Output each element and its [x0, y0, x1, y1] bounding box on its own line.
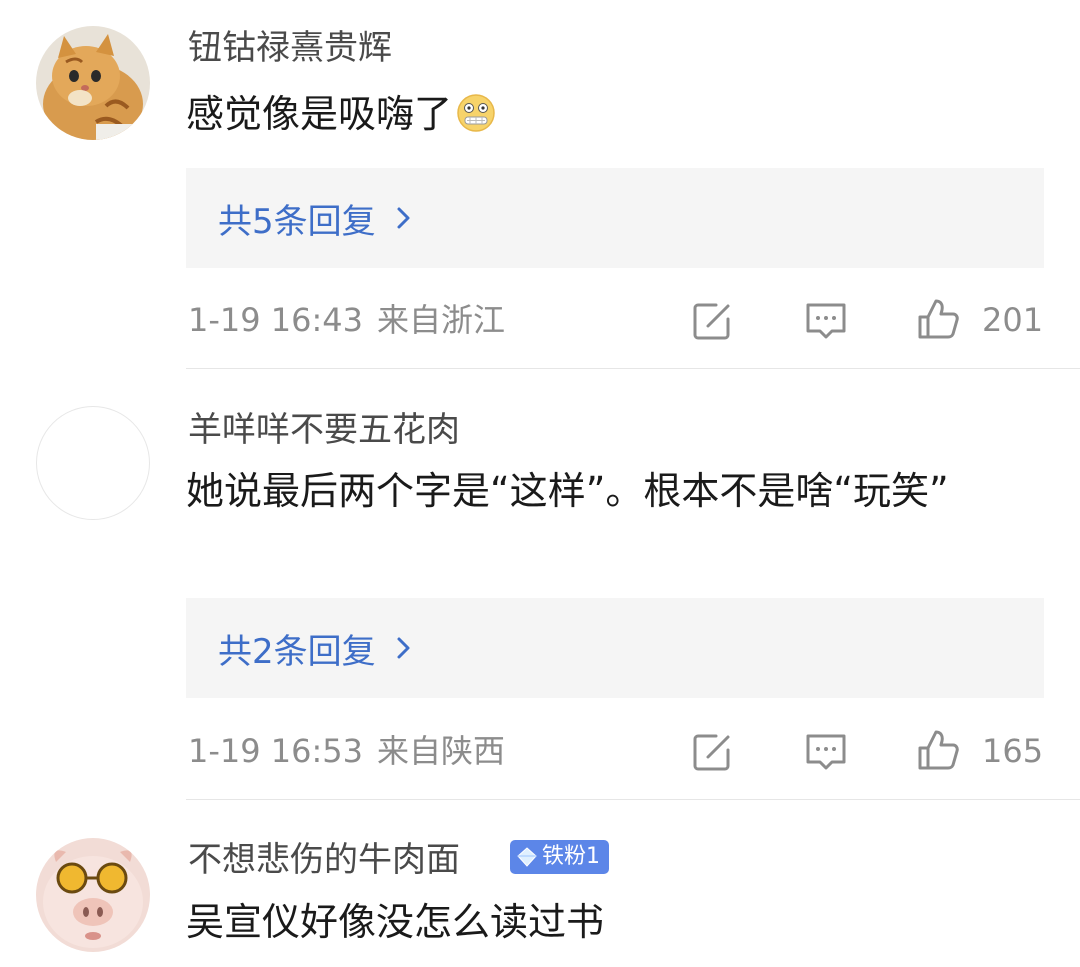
- diamond-icon: [517, 847, 537, 867]
- comment-meta: 1-19 16:53 来自陕西: [188, 735, 505, 767]
- avatar[interactable]: [36, 838, 150, 952]
- comment-item: 羊咩咩不要五花肉 她说最后两个字是“这样”。根本不是啥“玩笑” 共2条回复 1-…: [0, 369, 1080, 799]
- pig-with-sunglasses-avatar-icon: [36, 838, 150, 952]
- badge-label: 铁粉1: [542, 844, 600, 869]
- username[interactable]: 羊咩咩不要五花肉: [188, 413, 460, 447]
- view-replies-button[interactable]: 共5条回复: [186, 168, 1044, 268]
- repost-button[interactable]: [690, 730, 734, 774]
- avatar[interactable]: [36, 406, 150, 520]
- zipper-mouth-emoji-icon: [456, 93, 496, 133]
- comment-text-content: 感觉像是吸嗨了: [186, 92, 453, 136]
- like-count: 201: [982, 301, 1044, 339]
- comment-text: 她说最后两个字是“这样”。根本不是啥“玩笑”: [186, 469, 949, 513]
- like-button[interactable]: [916, 297, 960, 341]
- comment-item: 钮钴禄熹贵辉 感觉像是吸嗨了 共5条回复 1-19 16:43 来自浙江 201: [0, 0, 1080, 368]
- chevron-right-icon: [397, 637, 410, 659]
- cat-avatar-icon: [36, 26, 150, 140]
- comment-icon: [806, 303, 846, 339]
- reply-button[interactable]: [804, 299, 848, 343]
- view-replies-button[interactable]: 共2条回复: [186, 598, 1044, 698]
- share-icon: [693, 303, 730, 340]
- comment-text: 感觉像是吸嗨了: [186, 86, 1046, 142]
- comment-item: 不想悲伤的牛肉面 铁粉1 吴宣仪好像没怎么读过书: [0, 800, 1080, 967]
- like-button[interactable]: [916, 728, 960, 772]
- avatar[interactable]: [36, 26, 150, 140]
- username[interactable]: 钮钴禄熹贵辉: [188, 31, 392, 65]
- replies-label: 共5条回复: [218, 201, 376, 242]
- timestamp: 1-19 16:53: [188, 732, 364, 770]
- comment-feed: 钮钴禄熹贵辉 感觉像是吸嗨了 共5条回复 1-19 16:43 来自浙江 201 …: [0, 0, 1080, 967]
- chevron-right-icon: [397, 207, 410, 229]
- comment-icon: [806, 734, 846, 770]
- timestamp: 1-19 16:43: [188, 301, 364, 339]
- thumbs-up-icon: [918, 299, 959, 339]
- location: 来自陕西: [377, 732, 506, 770]
- thumbs-up-icon: [918, 730, 959, 770]
- replies-label: 共2条回复: [218, 631, 376, 672]
- repost-button[interactable]: [690, 299, 734, 343]
- share-icon: [693, 734, 730, 771]
- like-count: 165: [982, 732, 1044, 770]
- comment-text: 吴宣仪好像没怎么读过书: [186, 900, 605, 944]
- username[interactable]: 不想悲伤的牛肉面: [188, 843, 460, 877]
- comment-meta: 1-19 16:43 来自浙江: [188, 304, 505, 336]
- location: 来自浙江: [377, 301, 506, 339]
- reply-button[interactable]: [804, 730, 848, 774]
- fan-badge: 铁粉1: [510, 840, 609, 874]
